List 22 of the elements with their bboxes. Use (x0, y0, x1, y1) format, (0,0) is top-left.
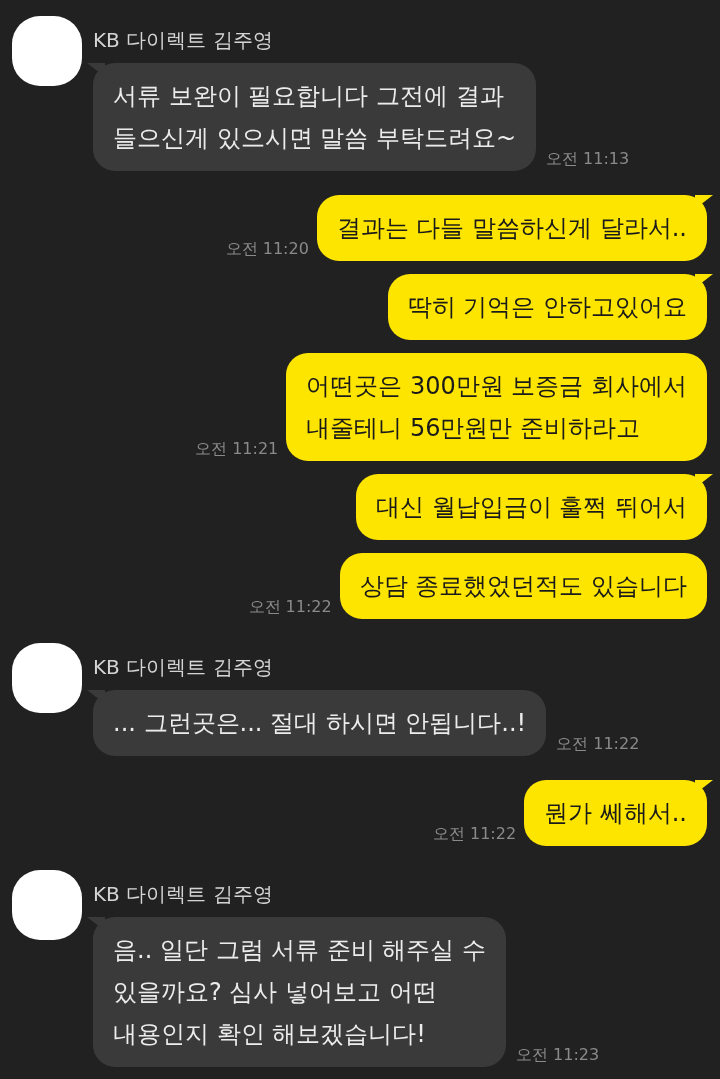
message-bubble: 딱히 기억은 안하고있어요 (387, 274, 713, 340)
avatar-image[interactable] (12, 16, 82, 86)
message-bubble: ... 그런곳은... 절대 하시면 안됩니다..! (87, 690, 547, 756)
message-time: 오전 11:23 (516, 1045, 600, 1065)
message-bubble: 상담 종료했었던적도 있습니다 (339, 553, 713, 619)
message-time: 오전 11:22 (556, 734, 640, 754)
message-bubble: 음.. 일단 그럼 서류 준비 해주실 수 있을까요? 심사 넣어보고 어떤 내용인지 확인 해보겠습니다! (87, 917, 507, 1067)
message-time: 오전 11:22 (432, 824, 517, 844)
avatar-image[interactable] (12, 870, 82, 940)
message-time: 오전 11:13 (546, 149, 630, 169)
message-bubble: 서류 보완이 필요합니다 그전에 결과 들으신게 있으시면 말씀 부탁드려요~ (87, 63, 536, 171)
message-bubble: 결과는 다들 말씀하신게 달라서.. (316, 195, 713, 261)
message-time: 오전 11:22 (248, 597, 332, 617)
message-bubble: 대신 월납입금이 훌쩍 뛰어서 (356, 474, 713, 540)
sender-name: KB 다이렉트 김주영 (93, 654, 273, 680)
sender-name: KB 다이렉트 김주영 (93, 881, 273, 907)
message-time: 오전 11:21 (195, 439, 279, 459)
message-bubble: 어떤곳은 300만원 보증금 회사에서 내줄테니 56만원만 준비하라고 (286, 353, 713, 461)
message-time: 오전 11:20 (225, 239, 309, 259)
sender-name: KB 다이렉트 김주영 (93, 27, 273, 53)
avatar-image[interactable] (12, 643, 82, 713)
message-bubble: 뭔가 쎄해서.. (524, 780, 713, 846)
